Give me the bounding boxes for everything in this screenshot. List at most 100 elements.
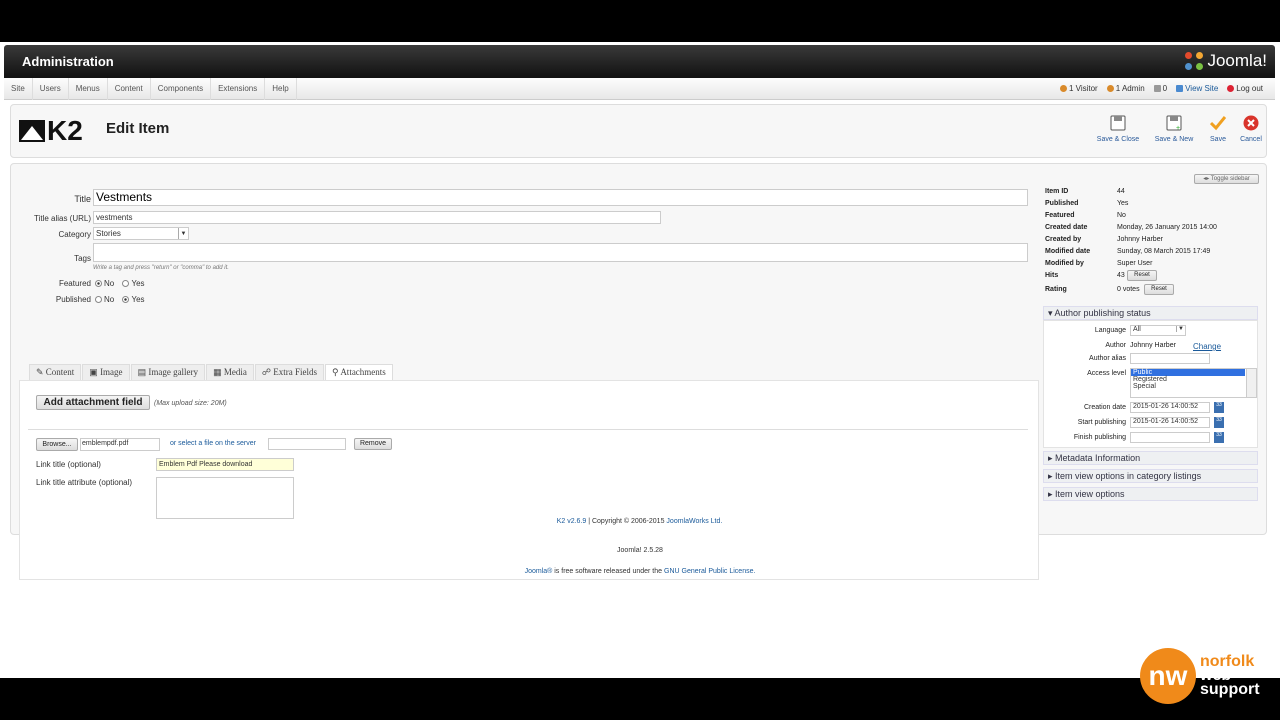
admin-screen: Administration Joomla! Site Users Menus Con… [0, 42, 1280, 678]
toggle-sidebar-button[interactable]: ◂▸ Toggle sidebar [1194, 174, 1259, 184]
access-level-label: Access level [1087, 370, 1126, 377]
title-label: Title [74, 194, 91, 204]
watermark: nw norfolk web support [1140, 648, 1260, 704]
view-options-header[interactable]: ▸ Item view options [1043, 487, 1258, 501]
link-attr-textarea[interactable] [156, 477, 294, 519]
author-alias-input[interactable] [1130, 353, 1210, 364]
floppy-icon [1110, 115, 1126, 131]
copyright-text: | Copyright © 2006-2015 [588, 518, 665, 525]
divider [28, 429, 1028, 430]
menu-help[interactable]: Help [265, 78, 297, 100]
admin-icon [1106, 85, 1114, 93]
visitor-icon [1059, 85, 1067, 93]
visitors-status: 1 Visitor [1059, 78, 1098, 100]
joomla-link[interactable]: Joomla® [525, 568, 553, 575]
creation-date-label: Creation date [1083, 404, 1126, 411]
link-title-input[interactable]: Emblem Pdf Please download [156, 458, 294, 471]
change-author-link[interactable]: Change [1193, 342, 1221, 351]
watermark-text: norfolk web support [1200, 653, 1260, 698]
menu-users[interactable]: Users [33, 78, 69, 100]
messages-status[interactable]: 0 [1153, 78, 1167, 100]
joomla-logo-icon [1185, 52, 1204, 70]
tags-input[interactable] [93, 243, 1028, 262]
start-publishing-input[interactable]: 2015-01-26 14:00:52 [1130, 417, 1210, 428]
finish-publishing-label: Finish publishing [1073, 434, 1126, 441]
save-new-button[interactable]: + Save & New [1149, 113, 1199, 143]
category-select[interactable]: Stories ▼ [93, 227, 189, 240]
featured-yes-radio[interactable] [122, 280, 130, 288]
access-option[interactable]: Registered [1131, 376, 1256, 383]
norfolk-web-support-logo-icon: nw [1140, 648, 1196, 704]
admin-title: Administration [22, 54, 114, 69]
meta-value: No [1117, 212, 1126, 219]
gpl-link[interactable]: GNU General Public License. [664, 568, 755, 575]
meta-key: Created date [1045, 224, 1088, 231]
status-area: 1 Visitor 1 Admin 0 View Site Log out [1059, 78, 1263, 100]
metadata-header[interactable]: ▸ Metadata Information [1043, 451, 1258, 465]
reset-hits-button[interactable]: Reset [1127, 270, 1157, 281]
view-site-link[interactable]: View Site [1176, 78, 1218, 100]
published-no-label: No [104, 295, 115, 304]
cancel-button[interactable]: Cancel [1226, 113, 1276, 143]
max-upload-size: (Max upload size: 20M) [154, 400, 227, 407]
language-label: Language [1094, 327, 1126, 334]
k2-footer: K2 v2.6.9 | Copyright © 2006-2015 Joomla… [11, 518, 1268, 525]
mail-icon [1153, 85, 1161, 93]
meta-key: Rating [1045, 286, 1067, 293]
featured-no-radio[interactable] [95, 280, 102, 288]
calendar-icon[interactable]: 33 [1214, 432, 1224, 443]
tab-content[interactable]: ✎ Content [29, 364, 82, 380]
language-select[interactable]: All ▼ [1130, 325, 1186, 336]
k2-version-link[interactable]: K2 v2.6.9 [557, 518, 587, 525]
published-yes-radio[interactable] [122, 296, 130, 304]
tags-label: Tags [74, 254, 91, 263]
tab-image[interactable]: ▣ Image [82, 364, 130, 380]
server-file-input[interactable] [268, 438, 346, 450]
remove-button[interactable]: Remove [354, 438, 392, 450]
k2-logo: K2 [19, 115, 83, 147]
select-server-link[interactable]: or select a file on the server [170, 440, 256, 447]
access-level-list[interactable]: Public Registered Special [1130, 368, 1257, 398]
published-label: Published [55, 295, 91, 304]
page-title: Edit Item [106, 120, 170, 137]
save-close-button[interactable]: Save & Close [1093, 113, 1143, 143]
meta-value: Sunday, 08 March 2015 17:49 [1117, 248, 1211, 255]
logout-link[interactable]: Log out [1227, 78, 1263, 100]
browse-button[interactable]: Browse... [36, 438, 78, 451]
menu-site[interactable]: Site [4, 78, 33, 100]
author-status-header[interactable]: ▾ Author publishing status [1043, 306, 1258, 320]
finish-publishing-input[interactable] [1130, 432, 1210, 443]
tab-image-gallery[interactable]: ▤ Image gallery [130, 364, 206, 380]
alias-input[interactable]: vestments [93, 211, 661, 224]
access-option[interactable]: Special [1131, 383, 1256, 390]
category-options-header[interactable]: ▸ Item view options in category listings [1043, 469, 1258, 483]
joomlaworks-link[interactable]: JoomlaWorks Ltd. [666, 518, 722, 525]
meta-value: 0 votes [1117, 286, 1140, 293]
joomla-brand[interactable]: Joomla! [1185, 51, 1267, 71]
tab-attachments[interactable]: ⚲ Attachments [324, 364, 393, 380]
meta-key: Published [1045, 200, 1079, 207]
scrollbar[interactable] [1246, 369, 1256, 397]
calendar-icon[interactable]: 33 [1214, 417, 1224, 428]
tab-extra-fields[interactable]: ☍ Extra Fields [254, 364, 324, 380]
reset-rating-button[interactable]: Reset [1144, 284, 1174, 295]
file-input[interactable] [80, 438, 160, 451]
access-option[interactable]: Public [1131, 369, 1245, 376]
menu-content[interactable]: Content [108, 78, 151, 100]
calendar-icon[interactable]: 33 [1214, 402, 1224, 413]
menu-components[interactable]: Components [151, 78, 212, 100]
checkmark-icon [1209, 116, 1227, 131]
author-label: Author [1105, 342, 1126, 349]
title-input[interactable]: Vestments [93, 189, 1028, 206]
author-value: Johnny Harber [1130, 342, 1176, 349]
meta-key: Modified date [1045, 248, 1091, 255]
tab-media[interactable]: ▦ Media [206, 364, 254, 380]
add-attachment-button[interactable]: Add attachment field [36, 395, 150, 410]
creation-date-input[interactable]: 2015-01-26 14:00:52 [1130, 402, 1210, 413]
admins-status: 1 Admin [1106, 78, 1145, 100]
k2-mountain-icon [19, 120, 45, 142]
menu-extensions[interactable]: Extensions [211, 78, 266, 100]
published-no-radio[interactable] [95, 296, 102, 304]
author-alias-label: Author alias [1089, 355, 1126, 362]
menu-menus[interactable]: Menus [69, 78, 108, 100]
